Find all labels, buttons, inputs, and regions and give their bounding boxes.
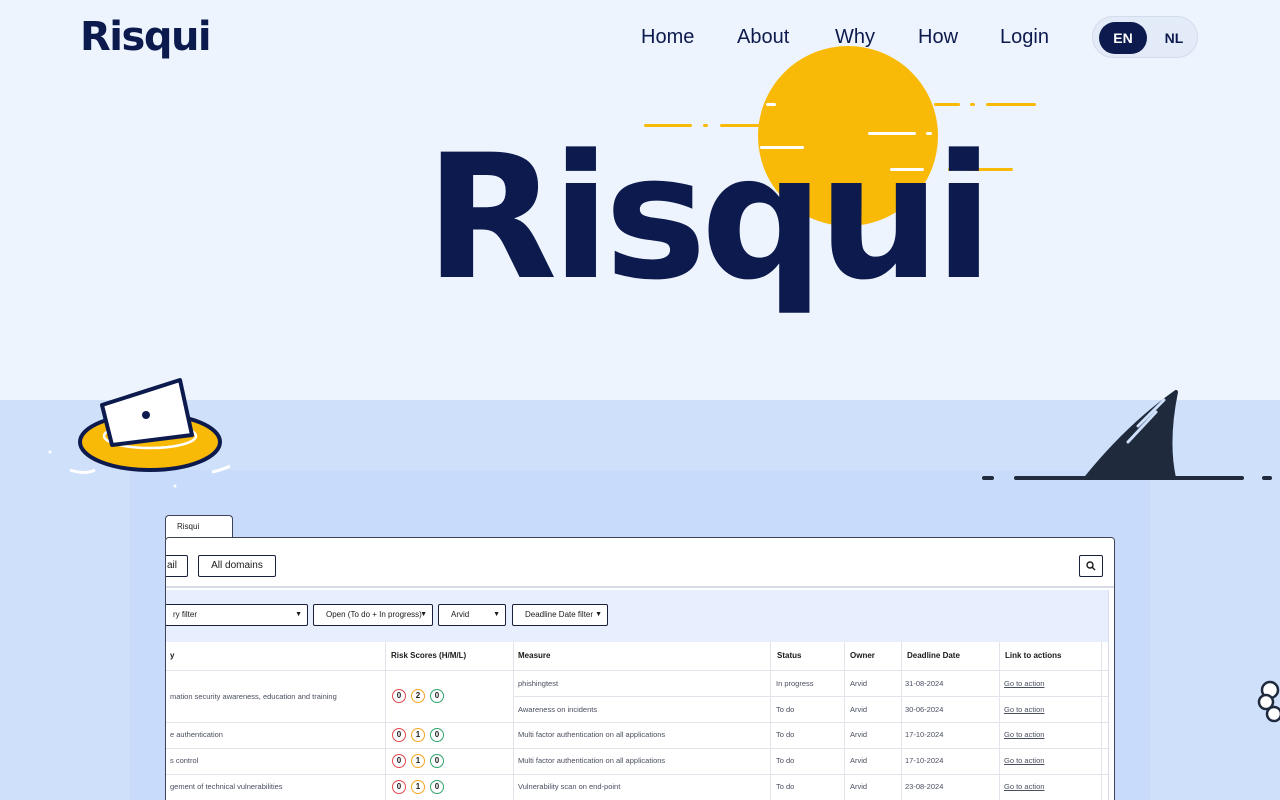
owner-filter-value: Arvid (451, 610, 470, 619)
go-to-action-link[interactable]: Go to action (1004, 756, 1044, 765)
dash-line (970, 103, 975, 106)
nav-about[interactable]: About (737, 26, 789, 49)
deadline-cell: 31-08-2024 (905, 679, 944, 688)
risk-score-high: 0 (392, 728, 406, 742)
column-header-owner[interactable]: Owner (850, 642, 875, 670)
owner-cell: Arvid (850, 782, 868, 791)
nav-login[interactable]: Login (1000, 26, 1049, 49)
status-cell: To do (776, 705, 795, 714)
filter-bar: ry filter ▼ Open (To do + In progress) ▼… (166, 590, 1108, 642)
go-to-action-link[interactable]: Go to action (1004, 705, 1044, 714)
deadline-filter-value: Deadline Date filter (525, 610, 594, 619)
search-icon (1086, 561, 1096, 571)
measure-cell: Multi factor authentication on all appli… (518, 756, 666, 765)
risk-score-medium: 2 (411, 689, 425, 703)
risk-score-low: 0 (430, 728, 444, 742)
chevron-down-icon: ▼ (295, 611, 302, 618)
column-header-measure[interactable]: Measure (518, 642, 550, 670)
status-cell: To do (776, 730, 795, 739)
lang-nl-button[interactable]: NL (1157, 22, 1191, 54)
chevron-down-icon: ▼ (420, 611, 427, 618)
app-toolbar: ail All domains (166, 538, 1114, 588)
dash-line (986, 103, 1036, 106)
owner-cell: Arvid (850, 679, 868, 688)
row-category: s control (170, 756, 199, 765)
risk-score-high: 0 (392, 689, 406, 703)
owner-cell: Arvid (850, 705, 868, 714)
risk-score-high: 0 (392, 780, 406, 794)
risk-score-low: 0 (430, 689, 444, 703)
shark-fin-illustration (982, 390, 1272, 480)
row-category: mation security awareness, education and… (170, 692, 337, 701)
column-divider (513, 642, 514, 800)
dash-line (934, 103, 960, 106)
risk-score-medium: 1 (411, 780, 425, 794)
partial-illustration-icon (1257, 680, 1280, 723)
go-to-action-link[interactable]: Go to action (1004, 782, 1044, 791)
app-window-tab[interactable]: Risqui (165, 515, 233, 539)
row-divider (166, 722, 1108, 723)
site-logo[interactable]: Risqui (80, 14, 212, 60)
row-category: gement of technical vulnerabilities (170, 782, 283, 791)
column-header-deadline[interactable]: Deadline Date (907, 642, 960, 670)
go-to-action-link[interactable]: Go to action (1004, 679, 1044, 688)
measure-cell: Vulnerability scan on end-point (518, 782, 621, 791)
owner-cell: Arvid (850, 730, 868, 739)
status-filter-value: Open (To do + In progress) (326, 610, 422, 619)
owner-filter-select[interactable]: Arvid ▼ (438, 604, 506, 626)
owner-cell: Arvid (850, 756, 868, 765)
column-divider (385, 642, 386, 800)
column-divider (999, 642, 1000, 800)
row-category: e authentication (170, 730, 223, 739)
column-divider (1101, 642, 1102, 800)
column-divider (844, 642, 845, 800)
status-cell: To do (776, 756, 795, 765)
risk-score-low: 0 (430, 754, 444, 768)
search-button[interactable] (1079, 555, 1103, 577)
status-cell: In progress (776, 679, 814, 688)
risk-score-medium: 1 (411, 728, 425, 742)
chevron-down-icon: ▼ (493, 611, 500, 618)
category-filter-value: ry filter (173, 610, 197, 619)
risk-score-high: 0 (392, 754, 406, 768)
deadline-cell: 30-06-2024 (905, 705, 944, 714)
lang-en-button[interactable]: EN (1099, 22, 1147, 54)
column-divider (770, 642, 771, 800)
app-window: ail All domains ry filter ▼ Open (To do … (165, 537, 1115, 800)
column-header-risk-scores[interactable]: Risk Scores (H/M/L) (391, 642, 466, 670)
risk-score-low: 0 (430, 780, 444, 794)
row-divider (166, 670, 1108, 671)
status-cell: To do (776, 782, 795, 791)
column-divider (901, 642, 902, 800)
measure-cell: Awareness on incidents (518, 705, 598, 714)
nav-how[interactable]: How (918, 26, 958, 49)
row-divider (166, 748, 1108, 749)
measure-cell: phishingtest (518, 679, 559, 688)
deadline-cell: 17-10-2024 (905, 730, 944, 739)
go-to-action-link[interactable]: Go to action (1004, 730, 1044, 739)
row-divider (166, 774, 1108, 775)
all-domains-button[interactable]: All domains (198, 555, 276, 577)
hero-logo: Risqui (425, 117, 993, 318)
laptop-float-illustration (48, 378, 231, 488)
row-divider (513, 696, 1108, 697)
column-header-link[interactable]: Link to actions (1005, 642, 1061, 670)
measure-cell: Multi factor authentication on all appli… (518, 730, 666, 739)
nav-home[interactable]: Home (641, 26, 694, 49)
language-switcher: EN NL (1092, 16, 1198, 58)
column-header-category[interactable]: y (170, 642, 174, 670)
mail-button[interactable]: ail (166, 555, 188, 577)
scrollbar[interactable] (1108, 590, 1114, 800)
category-filter-select[interactable]: ry filter ▼ (166, 604, 308, 626)
chevron-down-icon: ▼ (595, 611, 602, 618)
deadline-filter-select[interactable]: Deadline Date filter ▼ (512, 604, 608, 626)
column-header-status[interactable]: Status (777, 642, 801, 670)
status-filter-select[interactable]: Open (To do + In progress) ▼ (313, 604, 433, 626)
deadline-cell: 23-08-2024 (905, 782, 944, 791)
deadline-cell: 17-10-2024 (905, 756, 944, 765)
dash-line (766, 103, 776, 106)
risk-score-medium: 1 (411, 754, 425, 768)
